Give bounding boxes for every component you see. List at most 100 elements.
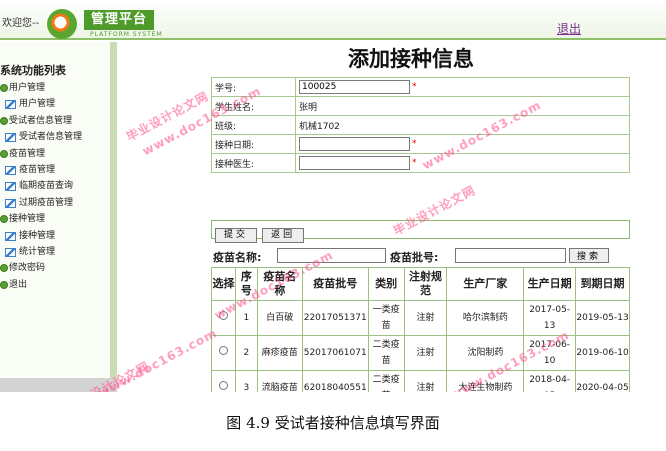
edit-document-icon bbox=[5, 247, 16, 257]
search-button[interactable]: 搜索 bbox=[569, 248, 609, 263]
sidebar: 系统功能列表 用户管理 用户管理 受试者信息管理 受试者信息管理 疫苗管理 疫苗管理 临期疫… bbox=[0, 42, 110, 392]
sidebar-item[interactable]: 接种管理 bbox=[0, 211, 110, 227]
required-mark: * bbox=[412, 158, 417, 168]
table-cell: 2020-04-05 bbox=[575, 370, 630, 392]
green-bullet-icon bbox=[0, 264, 8, 273]
table-cell: 52017061071 bbox=[301, 335, 369, 371]
sidebar-item[interactable]: 受试者信息管理 bbox=[0, 113, 110, 129]
sidebar-item[interactable]: 受试者信息管理 bbox=[0, 129, 110, 145]
sidebar-item-label: 用户管理 bbox=[9, 83, 46, 93]
sidebar-item-label: 统计管理 bbox=[19, 246, 56, 257]
sidebar-item-label: 疫苗管理 bbox=[9, 148, 46, 159]
sidebar-item[interactable]: 接种管理 bbox=[0, 228, 110, 244]
sidebar-item-label: 受试者信息管理 bbox=[9, 115, 73, 126]
vaccine-search-bar: 疫苗名称: 疫苗批号: 搜索 bbox=[211, 247, 630, 265]
table-cell: 麻疹疫苗 bbox=[256, 335, 303, 371]
sidebar-item-label: 接种管理 bbox=[19, 230, 56, 241]
table-cell: 二类疫苗 bbox=[367, 335, 405, 371]
logo-subtitle: PLATFORM SYSTEM bbox=[90, 31, 163, 38]
sidebar-item-label: 临期疫苗查询 bbox=[19, 181, 74, 192]
column-header: 生产日期 bbox=[523, 267, 577, 301]
required-mark: * bbox=[412, 139, 417, 149]
page-title: 添加接种信息 bbox=[348, 47, 474, 71]
column-header: 选择 bbox=[211, 267, 236, 301]
table-cell: 注射 bbox=[403, 370, 448, 392]
select-radio[interactable] bbox=[218, 346, 228, 355]
sidebar-item-label: 退出 bbox=[9, 279, 28, 290]
figure-caption: 图 4.9 受试者接种信息填写界面 bbox=[226, 414, 440, 432]
sidebar-item[interactable]: 用户管理 bbox=[0, 96, 110, 112]
sidebar-item[interactable]: 用户管理 bbox=[0, 80, 110, 96]
table-cell: 白百破 bbox=[256, 300, 303, 336]
sidebar-item-label: 接种管理 bbox=[9, 214, 46, 225]
form-row-date: 接种日期: * bbox=[211, 134, 630, 154]
form-row-name: 学生姓名: 张明 bbox=[211, 96, 630, 116]
select-radio[interactable] bbox=[218, 381, 228, 390]
sidebar-item[interactable]: 疫苗管理 bbox=[0, 146, 110, 162]
green-bullet-icon bbox=[0, 116, 8, 125]
table-cell: 一类疫苗 bbox=[367, 300, 405, 336]
table-cell: 注射 bbox=[403, 335, 448, 371]
student-name-value: 张明 bbox=[295, 96, 630, 116]
sidebar-item-label: 疫苗管理 bbox=[19, 164, 56, 175]
submit-button[interactable]: 提交 bbox=[215, 228, 258, 243]
sidebar-item-label: 过期疫苗管理 bbox=[19, 197, 74, 208]
class-label: 班级: bbox=[211, 115, 296, 135]
sidebar-item[interactable]: 退出 bbox=[0, 277, 110, 293]
edit-document-icon bbox=[5, 198, 16, 208]
sidebar-item-label: 用户管理 bbox=[19, 99, 56, 110]
sidebar-item-label: 修改密码 bbox=[9, 263, 46, 274]
green-bullet-icon bbox=[0, 84, 8, 92]
green-bullet-icon bbox=[0, 280, 8, 289]
column-header: 生产厂家 bbox=[446, 267, 525, 301]
table-cell: 3 bbox=[234, 370, 258, 392]
required-mark: * bbox=[412, 82, 417, 92]
edit-document-icon bbox=[5, 165, 16, 175]
column-header: 注射规范 bbox=[403, 267, 448, 301]
platform-logo-icon bbox=[47, 9, 77, 39]
table-cell: 二类疫苗 bbox=[367, 370, 405, 392]
top-header: 欢迎您-- 管理平台 PLATFORM SYSTEM 退出 bbox=[0, 0, 666, 40]
logout-link[interactable]: 退出 bbox=[557, 20, 581, 37]
sidebar-item[interactable]: 过期疫苗管理 bbox=[0, 195, 110, 211]
table-row: 1 白百破 22017051371 一类疫苗 注射 哈尔滨制药 2017-05-13 2019… bbox=[211, 300, 630, 336]
sidebar-item[interactable]: 统计管理 bbox=[0, 244, 110, 260]
green-bullet-icon bbox=[0, 215, 8, 224]
back-button[interactable]: 返回 bbox=[262, 228, 305, 243]
edit-document-icon bbox=[5, 133, 16, 143]
student-no-input[interactable] bbox=[299, 80, 410, 94]
table-cell: 2018-04-05 bbox=[523, 370, 577, 392]
column-header: 类别 bbox=[367, 267, 405, 301]
vaccine-batch-search-label: 疫苗批号: bbox=[390, 251, 439, 264]
form-row-student-no: 学号: * bbox=[211, 77, 630, 97]
table-cell: 2017-05-13 bbox=[523, 300, 577, 336]
table-cell: 22017051371 bbox=[301, 300, 369, 336]
sidebar-item-label: 受试者信息管理 bbox=[19, 132, 83, 143]
welcome-text: 欢迎您-- bbox=[2, 18, 40, 29]
vaccine-name-search-label: 疫苗名称: bbox=[213, 251, 262, 264]
edit-document-icon bbox=[5, 231, 16, 241]
form-row-doctor: 接种医生: * bbox=[211, 153, 630, 173]
vaccination-date-label: 接种日期: bbox=[211, 134, 296, 154]
table-cell: 注射 bbox=[403, 300, 448, 336]
vaccination-date-input[interactable] bbox=[299, 137, 410, 151]
doctor-label: 接种医生: bbox=[211, 153, 296, 173]
edit-document-icon bbox=[5, 182, 16, 192]
sidebar-splitter[interactable] bbox=[110, 42, 117, 380]
green-bullet-icon bbox=[0, 149, 8, 158]
sidebar-item[interactable]: 疫苗管理 bbox=[0, 162, 110, 178]
sidebar-item[interactable]: 修改密码 bbox=[0, 260, 110, 276]
vaccine-batch-search-input[interactable] bbox=[455, 248, 566, 263]
sidebar-item[interactable]: 临期疫苗查询 bbox=[0, 178, 110, 194]
edit-document-icon bbox=[5, 100, 16, 110]
table-cell: 62018040551 bbox=[301, 370, 369, 392]
vaccine-table-body: 1 白百破 22017051371 一类疫苗 注射 哈尔滨制药 2017-05-13 2019… bbox=[211, 300, 630, 392]
sidebar-title: 系统功能列表 bbox=[0, 64, 66, 77]
table-cell: 2019-06-10 bbox=[575, 335, 630, 371]
table-cell: 2 bbox=[234, 335, 258, 371]
table-cell: 2019-05-13 bbox=[575, 300, 630, 336]
column-header: 到期日期 bbox=[575, 267, 630, 301]
form-row-class: 班级: 机械1702 bbox=[211, 115, 630, 135]
doctor-input[interactable] bbox=[299, 156, 410, 170]
table-cell: 流脑疫苗 bbox=[256, 370, 303, 392]
